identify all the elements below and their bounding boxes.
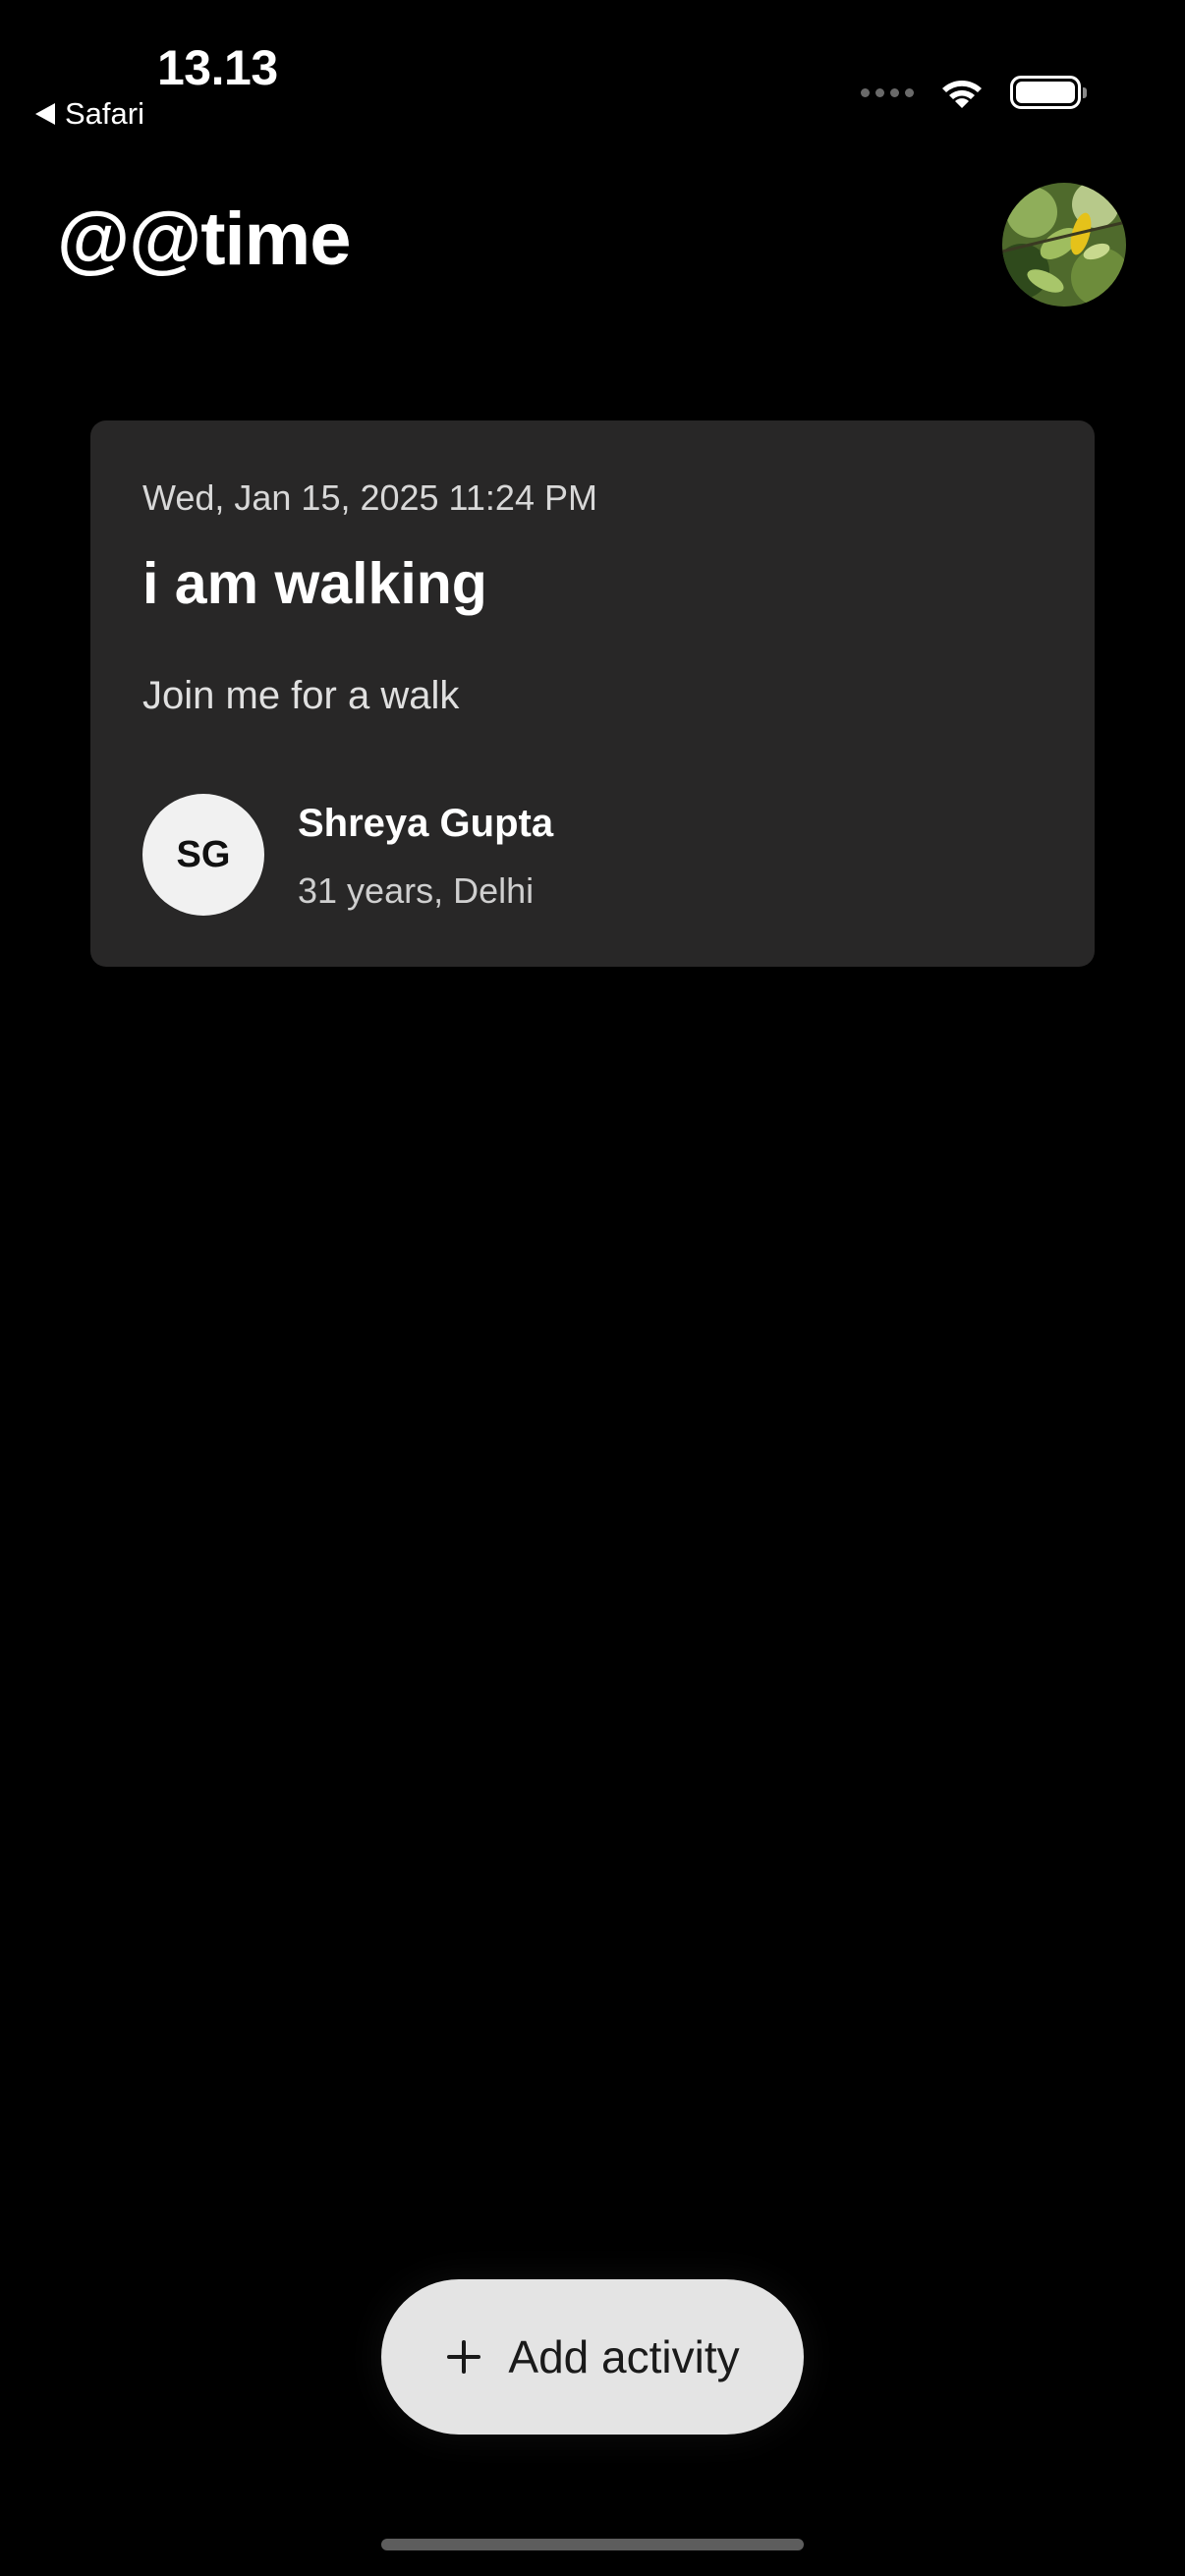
- home-indicator[interactable]: [381, 2539, 804, 2550]
- back-to-safari-link[interactable]: Safari: [35, 96, 144, 132]
- back-app-label: Safari: [65, 96, 144, 131]
- status-indicators: [861, 75, 1087, 110]
- profile-avatar[interactable]: [1002, 183, 1126, 307]
- activity-title: i am walking: [142, 551, 487, 616]
- wifi-icon: [939, 75, 985, 110]
- activity-description: Join me for a walk: [142, 674, 460, 717]
- activity-card[interactable]: Wed, Jan 15, 2025 11:24 PM i am walking …: [90, 420, 1095, 967]
- host-meta: 31 years, Delhi: [298, 870, 535, 911]
- signal-dots-icon: [861, 87, 914, 97]
- status-time: 13.13: [157, 40, 278, 95]
- host-avatar[interactable]: SG: [142, 794, 264, 916]
- host-initials: SG: [176, 833, 231, 875]
- add-activity-button[interactable]: Add activity: [381, 2279, 804, 2435]
- back-arrow-icon: [35, 103, 55, 125]
- add-activity-label: Add activity: [508, 2331, 740, 2382]
- activity-date: Wed, Jan 15, 2025 11:24 PM: [142, 477, 597, 518]
- host-name: Shreya Gupta: [298, 802, 554, 845]
- battery-icon: [1010, 76, 1087, 109]
- app-title: @@time: [57, 197, 351, 281]
- plus-icon: [447, 2340, 481, 2374]
